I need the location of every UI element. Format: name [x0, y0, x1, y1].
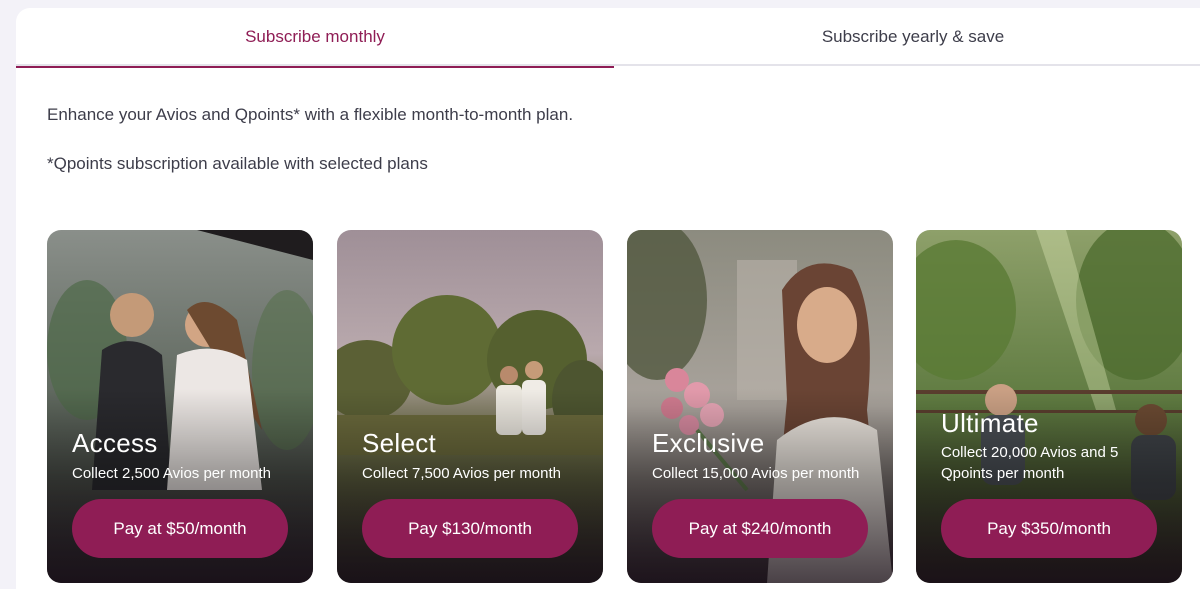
subscription-tabs: Subscribe monthly Subscribe yearly & sav…	[16, 8, 1200, 68]
tab-subscribe-yearly[interactable]: Subscribe yearly & save	[614, 8, 1200, 66]
plan-card-select: Select Collect 7,500 Avios per month Pay…	[337, 230, 603, 583]
tab-subscribe-monthly[interactable]: Subscribe monthly	[16, 8, 614, 68]
plan-title: Access	[72, 428, 158, 458]
pay-exclusive-button[interactable]: Pay at $240/month	[652, 499, 868, 558]
plan-card-ultimate: Ultimate Collect 20,000 Avios and 5 Qpoi…	[916, 230, 1182, 583]
plan-description: Collect 7,500 Avios per month	[362, 465, 562, 482]
pay-ultimate-button[interactable]: Pay $350/month	[941, 499, 1157, 558]
intro-text: Enhance your Avios and Qpoints* with a f…	[47, 105, 574, 124]
plan-title: Exclusive	[652, 428, 765, 458]
plan-title: Ultimate	[941, 408, 1039, 438]
plan-card-exclusive: Exclusive Collect 15,000 Avios per month…	[627, 230, 893, 583]
subscription-panel: Subscribe monthly Subscribe yearly & sav…	[16, 8, 1200, 589]
plan-card-access: Access Collect 2,500 Avios per month Pay…	[47, 230, 313, 583]
plan-title: Select	[362, 428, 437, 458]
pay-select-button[interactable]: Pay $130/month	[362, 499, 578, 558]
qpoints-note: *Qpoints subscription available with sel…	[47, 154, 428, 173]
pay-access-button[interactable]: Pay at $50/month	[72, 499, 288, 558]
plan-description: Collect 15,000 Avios per month	[652, 465, 860, 482]
plan-description: Collect 20,000 Avios and 5 Qpoints per m…	[941, 444, 1119, 482]
plan-description: Collect 2,500 Avios per month	[72, 465, 272, 482]
